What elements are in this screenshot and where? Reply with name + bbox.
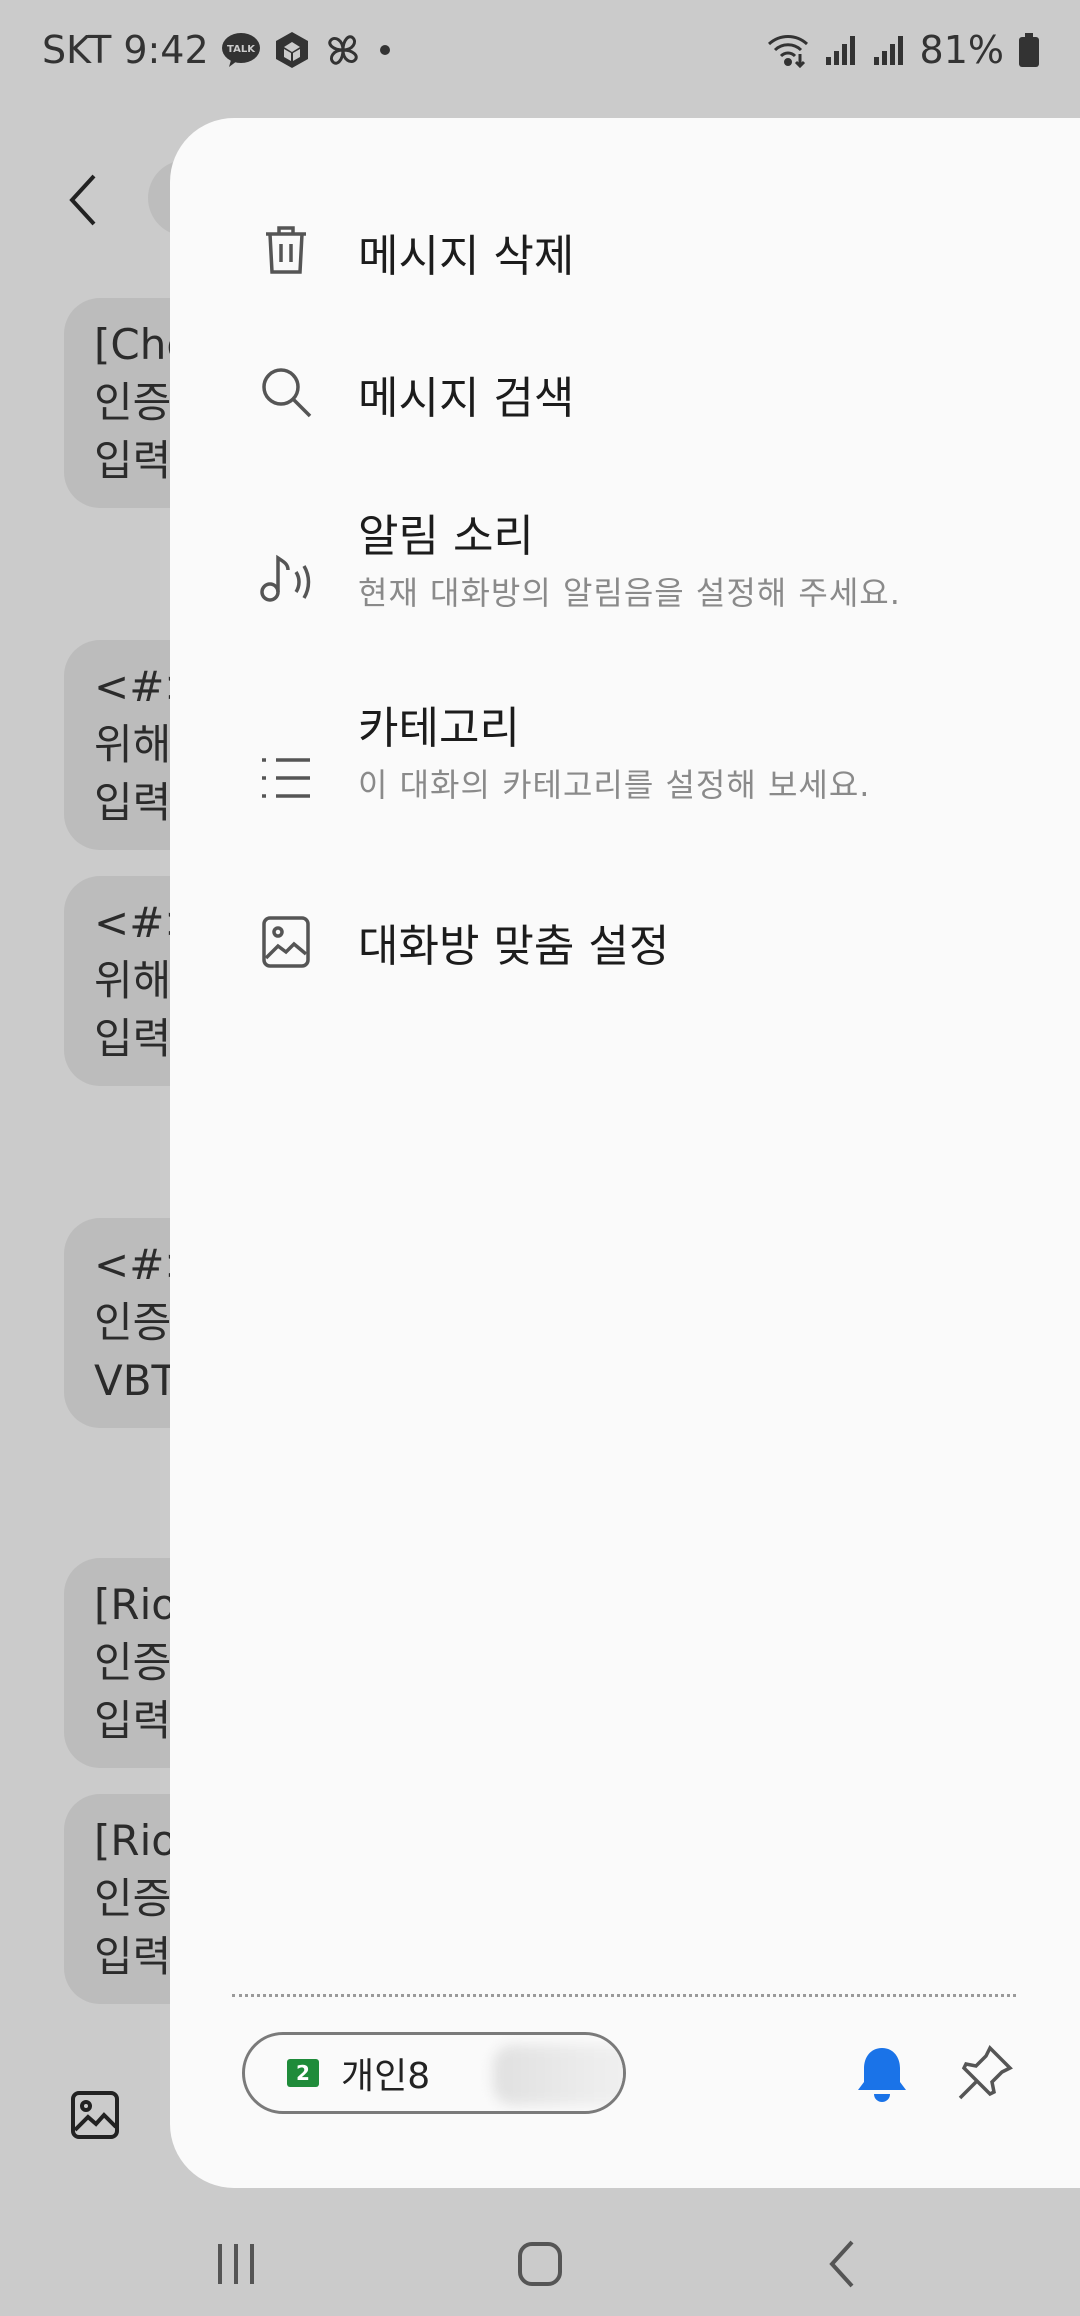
menu-item-title: 알림 소리: [358, 511, 534, 562]
sim-card-icon: 2: [287, 2059, 319, 2087]
signal-icon: [824, 33, 858, 67]
redacted-region: [493, 2045, 623, 2105]
home-icon[interactable]: [510, 2234, 570, 2294]
status-bar: SKT 9:42 TALK 81%: [0, 0, 1080, 100]
menu-item-notification-sound[interactable]: 알림 소리 현재 대화방의 알림음을 설정해 주세요.: [170, 496, 1080, 656]
kakaotalk-icon: TALK: [221, 32, 261, 68]
svg-text:TALK: TALK: [227, 44, 256, 55]
dot-icon: [375, 40, 395, 60]
battery-icon: [1018, 32, 1040, 68]
sim-label: 개인8: [341, 2056, 431, 2097]
pin-icon[interactable]: [956, 2044, 1014, 2102]
menu-item-category[interactable]: 카테고리 이 대화의 카테고리를 설정해 보세요.: [170, 688, 1080, 848]
back-icon[interactable]: [814, 2234, 874, 2294]
image-icon: [258, 914, 314, 970]
signal-icon: [872, 33, 906, 67]
menu-item-chatroom-settings[interactable]: 대화방 맞춤 설정: [170, 914, 1080, 1034]
wifi-icon: [766, 32, 810, 68]
recents-icon[interactable]: [206, 2234, 266, 2294]
carrier-label: SKT: [42, 28, 112, 72]
gallery-icon[interactable]: [70, 2090, 120, 2140]
menu-item-title: 카테고리: [358, 703, 520, 754]
search-icon: [258, 364, 314, 420]
trash-icon: [258, 222, 314, 278]
menu-item-subtitle: 현재 대화방의 알림음을 설정해 주세요.: [358, 574, 901, 612]
pinwheel-icon: [323, 30, 363, 70]
list-icon: [258, 750, 314, 806]
menu-item-title: 메시지 삭제: [358, 231, 575, 282]
time-label: 9:42: [123, 28, 209, 72]
divider: [232, 1994, 1016, 1997]
menu-item-title: 대화방 맞춤 설정: [358, 921, 670, 972]
music-note-icon: [258, 550, 314, 606]
menu-item-subtitle: 이 대화의 카테고리를 설정해 보세요.: [358, 766, 871, 804]
menu-item-delete-messages[interactable]: 메시지 삭제: [170, 188, 1080, 308]
sim-selector-button[interactable]: 2 개인8: [242, 2032, 626, 2114]
navigation-bar: [0, 2210, 1080, 2316]
menu-item-search-messages[interactable]: 메시지 검색: [170, 330, 1080, 450]
back-button[interactable]: [60, 170, 108, 230]
cube-icon: [273, 30, 311, 70]
battery-percent: 81%: [919, 28, 1004, 72]
chat-menu-drawer: 메시지 삭제 메시지 검색 알림 소리 현재 대화방의 알림음을 설정해 주세요…: [170, 118, 1080, 2188]
bell-icon[interactable]: [854, 2044, 910, 2104]
menu-item-title: 메시지 검색: [358, 373, 575, 424]
